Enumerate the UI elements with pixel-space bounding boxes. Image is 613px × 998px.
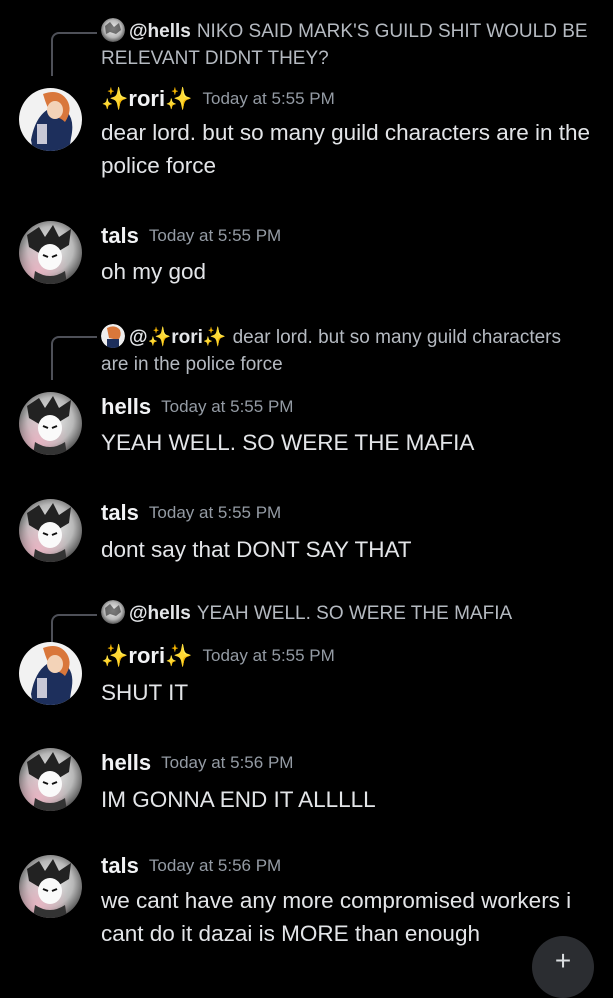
username[interactable]: tals (101, 500, 139, 525)
reply-username[interactable]: @hells (129, 21, 191, 42)
sparkle-icon: ✨ (147, 327, 172, 348)
timestamp: Today at 5:56 PM (161, 753, 294, 772)
username[interactable]: tals (101, 223, 139, 248)
bw-avatar-icon (101, 18, 125, 42)
message-header: tals Today at 5:55 PM (101, 223, 281, 253)
reply-username[interactable]: @✨rori✨ (129, 327, 227, 348)
avatar[interactable] (19, 748, 82, 811)
reply-text: YEAH WELL. SO WERE THE MAFIA (196, 603, 513, 624)
sparkle-icon: ✨ (202, 327, 227, 348)
message-header: ✨rori✨ Today at 5:55 PM (101, 86, 335, 116)
message-text: we cant have any more compromised worker… (101, 888, 572, 946)
message-header: hells Today at 5:55 PM (101, 394, 293, 424)
message-text: dont say that DONT SAY THAT (101, 537, 412, 562)
timestamp: Today at 5:55 PM (148, 226, 282, 245)
reply-username[interactable]: @hells (129, 603, 191, 624)
message-header: tals Today at 5:55 PM (101, 500, 281, 530)
username[interactable]: ✨rori✨ (101, 86, 193, 111)
add-button[interactable]: + (532, 936, 594, 998)
message-header: tals Today at 5:56 PM (101, 853, 281, 883)
username[interactable]: hells (101, 394, 151, 419)
avatar[interactable] (19, 499, 82, 562)
sparkle-icon: ✨ (101, 643, 129, 668)
message-header: ✨rori✨ Today at 5:55 PM (101, 643, 335, 673)
reply-preview[interactable]: @✨rori✨ dear lord. but so many guild char… (101, 324, 593, 378)
message-text: dear lord. but so many guild characters … (101, 120, 591, 178)
username[interactable]: hells (101, 750, 151, 775)
sparkle-icon: ✨ (165, 643, 193, 668)
username[interactable]: ✨rori✨ (101, 643, 193, 668)
timestamp: Today at 5:55 PM (161, 397, 294, 416)
sparkle-icon: ✨ (101, 86, 129, 111)
message-header: hells Today at 5:56 PM (101, 750, 293, 780)
reply-preview[interactable]: @hells YEAH WELL. SO WERE THE MAFIA (101, 600, 593, 627)
orange-hair-avatar-icon (101, 324, 125, 348)
avatar[interactable] (19, 88, 82, 151)
message-text: SHUT IT (101, 680, 189, 705)
reply-connector-icon (51, 336, 97, 380)
avatar[interactable] (19, 855, 82, 918)
reply-connector-icon (51, 32, 97, 76)
timestamp: Today at 5:55 PM (202, 89, 335, 108)
timestamp: Today at 5:55 PM (202, 646, 335, 665)
avatar[interactable] (19, 642, 82, 705)
message-text: oh my god (101, 259, 207, 284)
timestamp: Today at 5:55 PM (148, 503, 282, 522)
reply-preview[interactable]: @hells NIKO SAID MARK'S GUILD SHIT WOULD … (101, 18, 593, 72)
avatar[interactable] (19, 221, 82, 284)
sparkle-icon: ✨ (165, 86, 193, 111)
timestamp: Today at 5:56 PM (148, 856, 282, 875)
bw-avatar-icon (101, 600, 125, 624)
message-text: YEAH WELL. SO WERE THE MAFIA (101, 430, 475, 455)
avatar[interactable] (19, 392, 82, 455)
username[interactable]: tals (101, 853, 139, 878)
message-text: IM GONNA END IT ALLLLL (101, 787, 376, 812)
